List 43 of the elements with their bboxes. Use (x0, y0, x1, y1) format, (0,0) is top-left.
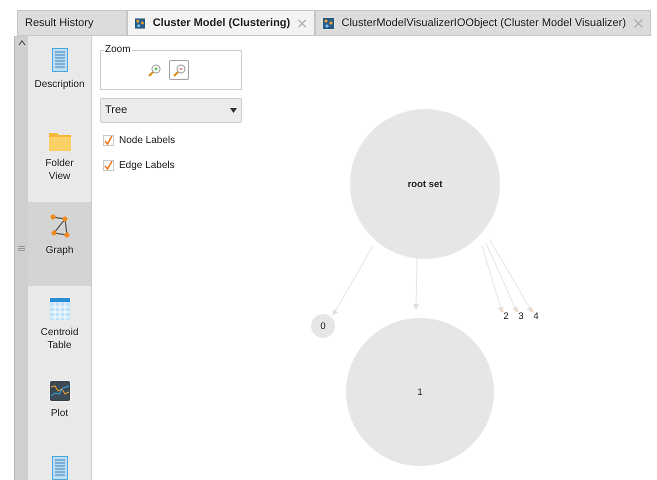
edge-arrow (332, 246, 374, 316)
sidebar-item[interactable]: Description (28, 36, 91, 120)
drag-handle-icon[interactable] (18, 246, 25, 251)
tab[interactable]: Result History (17, 10, 127, 35)
node-label: 4 (533, 311, 539, 322)
tab-label: Result History (25, 16, 94, 31)
sidebar-item[interactable]: Folder View (28, 119, 91, 202)
sidebar-label: Centroid Table (40, 326, 80, 352)
layout-dropdown[interactable]: Tree (100, 98, 242, 123)
sidebar-label: Plot (50, 406, 70, 420)
folder-icon (48, 131, 70, 152)
table-icon (50, 298, 70, 320)
close-icon[interactable] (634, 18, 643, 28)
dropdown-arrow-icon (230, 108, 237, 113)
document-icon (52, 48, 68, 72)
sidebar-item[interactable]: Plot (28, 368, 91, 452)
node-label: root set (408, 179, 442, 190)
sidebar-label: Description (34, 78, 86, 91)
scroll-up-icon[interactable] (18, 40, 26, 46)
tab[interactable]: ClusterModelVisualizerIOObject (Cluster Model Visualizer) (314, 10, 651, 35)
sidebar-item[interactable]: Graph (28, 202, 91, 286)
tab-label: ClusterModelVisualizerIOObject (Cluster Model Visualizer) (342, 16, 626, 31)
zoom-out-button[interactable] (169, 60, 189, 80)
close-icon[interactable] (298, 18, 307, 28)
sidebar-item[interactable]: Centroid Table (28, 286, 91, 369)
sidebar-label: Folder View (44, 157, 75, 184)
line-chart-icon (50, 380, 70, 401)
node-label: 3 (518, 311, 524, 322)
cluster-icon (134, 18, 145, 28)
cluster-icon (322, 18, 334, 28)
checkbox[interactable] (103, 160, 114, 171)
document-icon (52, 456, 68, 480)
checkbox-label: Edge Labels (119, 159, 175, 173)
tab[interactable]: Cluster Model (Clustering) (126, 10, 315, 35)
node-label: 0 (320, 321, 326, 332)
node-label: 2 (503, 311, 509, 322)
edge-arrow (413, 258, 420, 310)
tab-label: Cluster Model (Clustering) (152, 16, 290, 31)
checkbox-label: Node Labels (119, 134, 176, 148)
node-label: 1 (417, 387, 423, 398)
checkbox[interactable] (103, 135, 114, 146)
graph-icon (50, 214, 70, 238)
sidebar-label: Graph (44, 244, 74, 258)
